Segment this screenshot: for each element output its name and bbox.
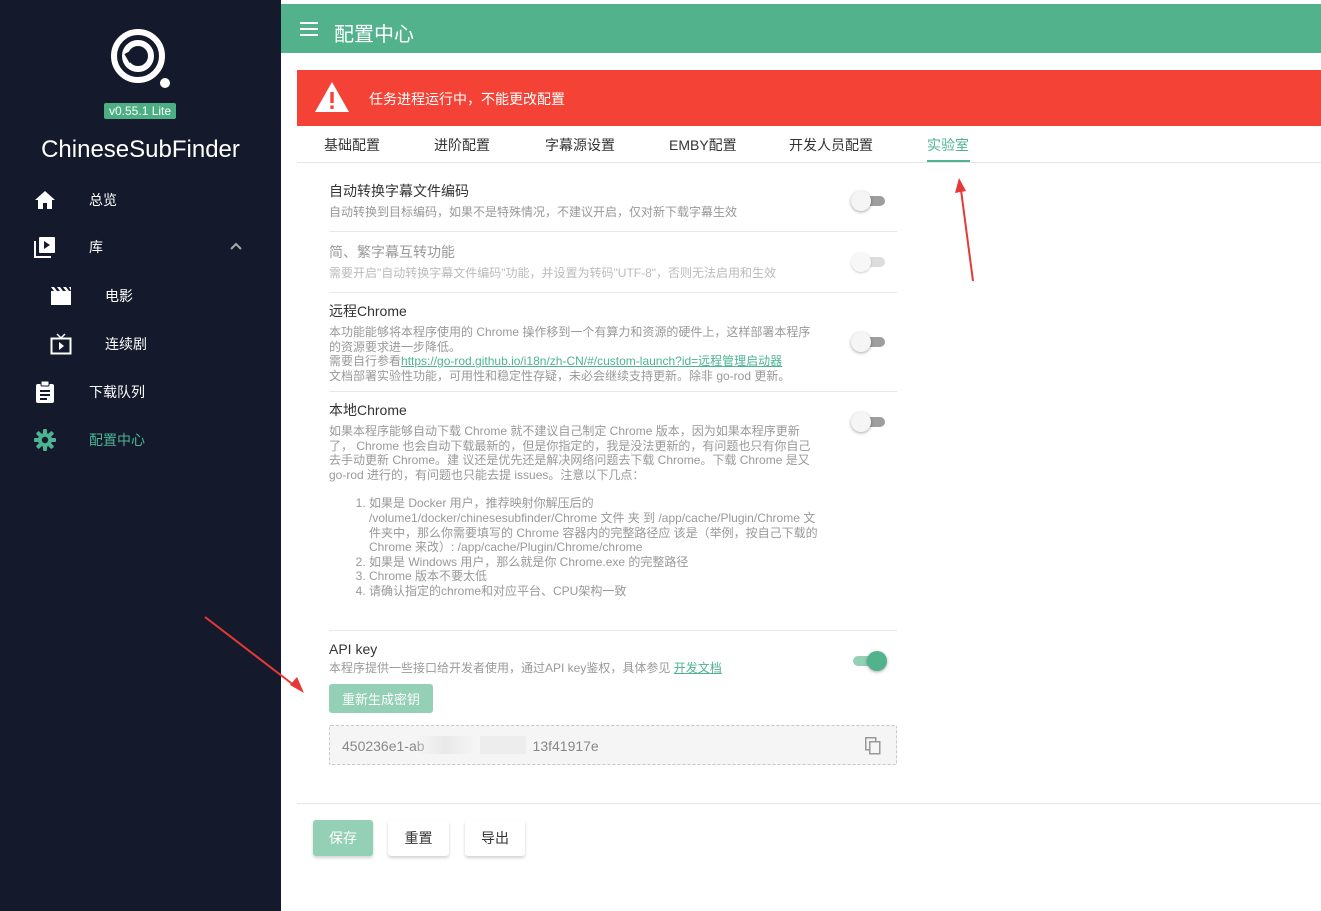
library-icon	[34, 236, 56, 258]
remote-chrome-desc-prefix: 需要自行参看	[329, 354, 402, 369]
developer-docs-link[interactable]: 开发文档	[674, 661, 722, 675]
remote-chrome-desc-1: 本功能能够将本程序使用的 Chrome 操作移到一个有算力和资源的硬件上，这样部…	[329, 325, 811, 354]
app-logo-icon	[111, 29, 170, 88]
sidebar-item-label: 电影	[105, 288, 133, 304]
setting-description: 需要开启"自动转换字幕文件编码"功能，并设置为转码"UTF-8"，否则无法启用和…	[329, 266, 777, 280]
setting-description: 自动转换到目标编码，如果不是特殊情况，不建议开启，仅对新下载字幕生效	[329, 205, 738, 219]
app-name: ChineseSubFinder	[41, 136, 240, 163]
setting-local-chrome: 本地Chrome 如果本程序能够自动下载 Chrome 就不建议自己制定 Chr…	[329, 400, 897, 631]
sidebar-item-label: 连续剧	[105, 336, 147, 352]
redacted-area	[416, 736, 476, 754]
setting-title: API key	[329, 641, 378, 657]
go-rod-docs-link[interactable]: https://go-rod.github.io/i18n/zh-CN/#/cu…	[401, 354, 782, 368]
copy-icon[interactable]	[865, 737, 881, 755]
sidebar-item-download-queue[interactable]: 下载队列	[0, 372, 281, 412]
sidebar-item-library[interactable]: 库	[0, 227, 281, 267]
sidebar-item-overview[interactable]: 总览	[0, 180, 281, 220]
warning-icon	[315, 82, 349, 112]
tab-developer[interactable]: 开发人员配置	[789, 135, 873, 155]
auto-convert-encoding-toggle[interactable]	[851, 191, 887, 211]
api-key-toggle[interactable]	[851, 651, 887, 671]
sidebar: v0.55.1 Lite ChineseSubFinder 总览 库 电影 连续…	[0, 0, 281, 911]
local-chrome-toggle[interactable]	[851, 412, 887, 432]
chevron-up-icon[interactable]	[229, 239, 243, 253]
save-button[interactable]: 保存	[313, 820, 373, 856]
setting-title: 简、繁字幕互转功能	[329, 244, 455, 260]
tab-basic[interactable]: 基础配置	[324, 135, 380, 155]
list-item: 如果是 Docker 用户，推荐映射你解压后的 /volume1/docker/…	[369, 496, 819, 554]
divider	[297, 803, 1321, 804]
setting-title: 本地Chrome	[329, 402, 407, 418]
alert-message: 任务进程运行中，不能更改配置	[369, 91, 565, 107]
setting-description: 本功能能够将本程序使用的 Chrome 操作移到一个有算力和资源的硬件上，这样部…	[329, 325, 821, 383]
reset-button[interactable]: 重置	[388, 820, 449, 856]
tab-advanced[interactable]: 进阶配置	[434, 135, 490, 155]
sidebar-item-label: 下载队列	[89, 384, 145, 400]
home-icon	[34, 189, 56, 211]
remote-chrome-desc-3: 文档部署实验性功能，可用性和稳定性存疑，未必会继续支持更新。除非 go-rod …	[329, 368, 791, 383]
active-tab-indicator	[927, 160, 970, 162]
sidebar-item-label: 库	[89, 239, 103, 255]
list-item: Chrome 版本不要太低	[369, 569, 819, 584]
redacted-area	[480, 736, 526, 754]
api-key-field[interactable]: 450236e1-ab 13f41917e	[329, 725, 897, 765]
tab-lab[interactable]: 实验室	[927, 135, 969, 155]
gear-icon	[34, 429, 56, 451]
simplified-traditional-toggle[interactable]	[851, 252, 887, 272]
setting-description: 本程序提供一些接口给开发者使用，通过API key鉴权，具体参见 开发文档	[329, 661, 821, 676]
movie-icon	[50, 285, 72, 307]
remote-chrome-toggle[interactable]	[851, 332, 887, 352]
clipboard-icon	[34, 381, 56, 403]
local-chrome-notes-list: 如果是 Docker 用户，推荐映射你解压后的 /volume1/docker/…	[369, 496, 819, 598]
export-button[interactable]: 导出	[465, 820, 525, 856]
setting-api-key: API key 本程序提供一些接口给开发者使用，通过API key鉴权，具体参见…	[329, 641, 897, 681]
tab-emby[interactable]: EMBY配置	[669, 135, 737, 155]
error-alert: 任务进程运行中，不能更改配置	[297, 70, 1321, 126]
annotation-arrow-tab	[955, 178, 974, 282]
settings-tabs: 基础配置 进阶配置 字幕源设置 EMBY配置 开发人员配置 实验室	[297, 126, 1321, 163]
top-app-bar: 配置中心	[281, 4, 1321, 53]
setting-description: 如果本程序能够自动下载 Chrome 就不建议自己制定 Chrome 版本，因为…	[329, 424, 811, 482]
setting-simplified-traditional: 简、繁字幕互转功能 需要开启"自动转换字幕文件编码"功能，并设置为转码"UTF-…	[329, 242, 897, 293]
sidebar-item-label: 总览	[89, 192, 117, 208]
setting-title: 自动转换字幕文件编码	[329, 183, 469, 199]
setting-auto-convert-encoding: 自动转换字幕文件编码 自动转换到目标编码，如果不是特殊情况，不建议开启，仅对新下…	[329, 181, 897, 232]
sidebar-item-tv-series[interactable]: 连续剧	[0, 324, 281, 364]
sidebar-item-settings[interactable]: 配置中心	[0, 420, 281, 460]
list-item: 请确认指定的chrome和对应平台、CPU架构一致	[369, 584, 819, 599]
page-title: 配置中心	[334, 24, 414, 46]
list-item: 如果是 Windows 用户，那么就是你 Chrome.exe 的完整路径	[369, 555, 819, 570]
api-key-desc: 本程序提供一些接口给开发者使用，通过API key鉴权，具体参见	[329, 661, 671, 675]
sidebar-item-movies[interactable]: 电影	[0, 276, 281, 316]
menu-icon[interactable]	[300, 20, 320, 38]
setting-title: 远程Chrome	[329, 303, 407, 319]
sidebar-item-label: 配置中心	[89, 432, 145, 448]
regenerate-key-button[interactable]: 重新生成密钥	[329, 684, 433, 713]
tv-icon	[50, 333, 72, 355]
tab-subtitle-sources[interactable]: 字幕源设置	[545, 135, 615, 155]
setting-remote-chrome: 远程Chrome 本功能能够将本程序使用的 Chrome 操作移到一个有算力和资…	[329, 301, 897, 392]
version-badge: v0.55.1 Lite	[104, 103, 177, 119]
